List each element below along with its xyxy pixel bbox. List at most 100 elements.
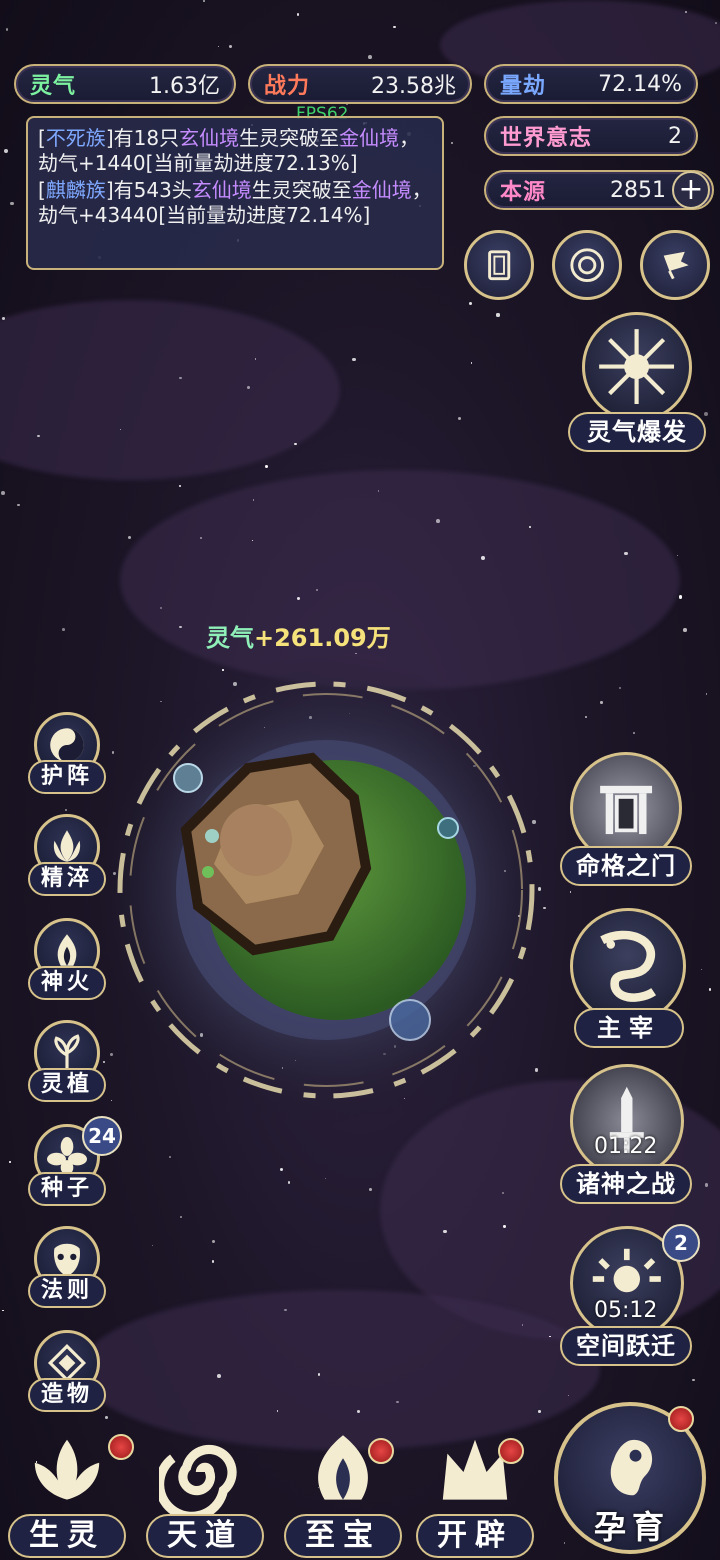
lingqi-value: 1.63亿 [149,74,220,99]
add-origin-button[interactable]: + [672,171,710,209]
treasure-label: 至宝 [284,1514,402,1558]
log-entry: [不死族]有18只玄仙境生灵突破至金仙境，劫气+1440[当前量劫进度72.13… [38,126,420,175]
star [211,1260,215,1263]
open-up-alert-dot [498,1438,524,1464]
nurture-button[interactable]: 孕育 [548,1398,714,1560]
star [283,1308,287,1312]
ruler-label: 主宰 [574,1008,684,1048]
star [104,1415,108,1419]
dragon-icon [600,930,657,1002]
calamity-stat: 量劫 72.14% [484,64,698,104]
star [287,1180,291,1184]
creatures-alert-dot [108,1434,134,1460]
star [357,1410,361,1414]
star [37,435,40,438]
calamity-value: 72.14% [598,71,682,97]
star [567,1394,570,1396]
seed-count-badge: 24 [82,1116,122,1156]
lingqi-label: 灵气 [30,74,77,99]
star [2,316,6,320]
star [17,503,20,507]
lingqi-burst-label: 灵气爆发 [568,412,706,452]
treasure-button[interactable]: 至宝 [278,1422,408,1560]
seed-button[interactable]: 种子 24 [28,1116,122,1208]
heaven-dao-button[interactable]: 天道 [140,1422,270,1560]
star [705,693,708,695]
star [3,149,8,154]
power-label: 战力 [264,74,311,99]
star [61,627,65,631]
refine-label: 精淬 [28,862,106,896]
gods-war-timer: 01:22 [594,1134,658,1159]
star [119,428,122,431]
world-will-stat[interactable]: 世界意志 2 [484,116,698,156]
star [199,536,203,540]
ruler-button[interactable]: 主宰 [562,908,692,1048]
world-will-value: 2 [668,123,682,149]
law-button[interactable]: 法则 [28,1226,108,1310]
flag-button[interactable] [640,230,710,300]
creation-button[interactable]: 造物 [28,1330,108,1414]
star [496,313,500,317]
star [203,0,206,3]
star [692,1378,695,1381]
log-entry: [麒麟族]有543头玄仙境生灵突破至金仙境，劫气+43440[当前量劫进度72.… [38,178,432,227]
guard-array-label: 护阵 [28,760,106,794]
star [252,499,255,502]
star [179,377,182,380]
star [127,535,132,540]
flag-icon [663,251,689,280]
guard-array-button[interactable]: 护阵 [28,712,108,796]
star [708,988,712,991]
star [265,464,269,468]
star [457,416,461,421]
star [396,1400,399,1404]
calamity-label: 量劫 [500,74,547,99]
space-jump-badge: 2 [662,1224,700,1262]
divine-fire-button[interactable]: 神火 [28,918,108,1002]
refine-button[interactable]: 精淬 [28,814,108,898]
fate-gate-button[interactable]: 命格之门 [560,752,694,888]
spirit-plant-label: 灵植 [28,1068,106,1102]
creatures-label: 生灵 [8,1514,126,1558]
star [393,26,396,29]
star [369,1188,372,1191]
gods-war-button[interactable]: 01:22 诸神之战 [560,1064,694,1204]
card-button[interactable] [464,230,534,300]
lingqi-burst-button[interactable]: 灵气爆发 [568,312,708,458]
star [368,54,373,59]
power-stat: 战力 23.58兆 [248,64,472,104]
star [529,525,532,528]
vortex-icon [570,248,604,282]
star [468,302,472,305]
star [178,484,181,487]
star [229,45,233,49]
vortex-button[interactable] [552,230,622,300]
divine-fire-label: 神火 [28,966,106,1000]
fate-gate-label: 命格之门 [560,846,692,886]
star [296,13,300,16]
star [315,588,319,591]
star [548,1335,551,1338]
planet-world[interactable] [86,650,566,1130]
star [377,489,380,492]
origin-label: 本源 [500,180,547,205]
star [443,1229,448,1234]
star [217,45,220,48]
open-up-button[interactable]: 开辟 [410,1422,540,1560]
star [1,491,6,496]
star [352,357,356,361]
starburst-icon [599,329,675,405]
origin-value: 2851 [610,177,666,203]
creatures-button[interactable]: 生灵 [2,1422,134,1560]
star [704,1183,709,1187]
nurture-label: 孕育 [593,1508,670,1546]
star [2,1309,4,1312]
star [254,358,256,360]
star [276,1409,279,1412]
spirit-plant-button[interactable]: 灵植 [28,1020,108,1104]
space-jump-button[interactable]: 05:12 2 空间跃迁 [560,1224,700,1366]
lotus-icon [34,1439,100,1500]
star [682,628,687,632]
star [169,1156,172,1158]
